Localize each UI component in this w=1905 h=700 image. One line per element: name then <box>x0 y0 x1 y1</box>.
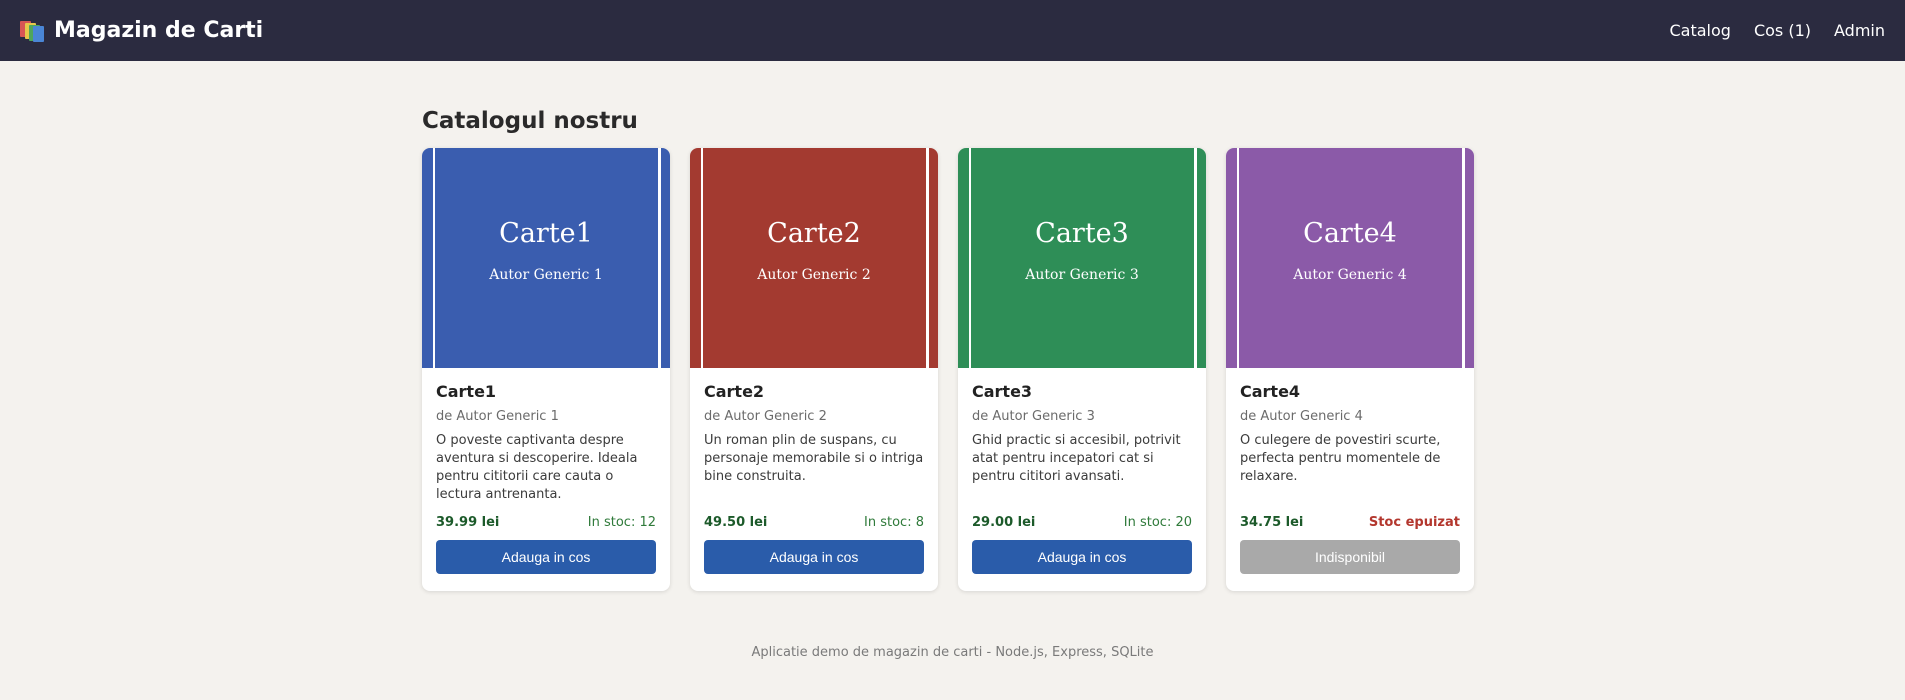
book-card: Carte3 Autor Generic 3 Carte3 de Autor G… <box>958 148 1206 591</box>
page-title: Catalogul nostru <box>422 108 638 134</box>
price-stock-row: 29.00 lei In stoc: 20 <box>972 515 1192 530</box>
add-to-cart-button[interactable]: Adauga in cos <box>704 540 924 574</box>
brand-name: Magazin de Carti <box>54 18 264 43</box>
book-card: Carte4 Autor Generic 4 Carte4 de Autor G… <box>1226 148 1474 591</box>
book-author: de Autor Generic 4 <box>1240 409 1363 424</box>
cover-spine-left <box>1237 148 1239 368</box>
book-price: 34.75 lei <box>1240 515 1304 530</box>
book-title[interactable]: Carte4 <box>1240 382 1460 401</box>
book-cover[interactable]: Carte1 Autor Generic 1 <box>422 148 670 368</box>
book-details: Carte4 de Autor Generic 4 O culegere de … <box>1226 368 1474 591</box>
cover-author: Autor Generic 4 <box>1293 266 1407 283</box>
brand[interactable]: Magazin de Carti <box>20 18 263 43</box>
book-cover[interactable]: Carte3 Autor Generic 3 <box>958 148 1206 368</box>
cover-spine-left <box>701 148 703 368</box>
unavailable-button: Indisponibil <box>1240 540 1460 574</box>
book-description: O poveste captivanta despre aventura si … <box>436 433 638 502</box>
book-grid: Carte1 Autor Generic 1 Carte1 de Autor G… <box>422 148 1474 591</box>
add-to-cart-button[interactable]: Adauga in cos <box>436 540 656 574</box>
book-title[interactable]: Carte2 <box>704 382 924 401</box>
add-to-cart-button[interactable]: Adauga in cos <box>972 540 1192 574</box>
top-navbar: Magazin de Carti Catalog Cos (1) Admin <box>0 0 1905 61</box>
cover-spine-right <box>1462 148 1465 368</box>
cover-spine-left <box>969 148 971 368</box>
price-stock-row: 49.50 lei In stoc: 8 <box>704 515 924 530</box>
cover-author: Autor Generic 3 <box>1025 266 1139 283</box>
book-author: de Autor Generic 1 <box>436 409 559 424</box>
book-title[interactable]: Carte3 <box>972 382 1192 401</box>
book-details: Carte2 de Autor Generic 2 Un roman plin … <box>690 368 938 591</box>
books-icon <box>20 20 44 42</box>
cover-author: Autor Generic 2 <box>757 266 871 283</box>
book-author: de Autor Generic 2 <box>704 409 827 424</box>
book-details: Carte1 de Autor Generic 1 O poveste capt… <box>422 368 670 591</box>
stock-status: In stoc: 8 <box>864 515 924 530</box>
cover-title: Carte4 <box>1303 217 1397 249</box>
footer-text: Aplicatie demo de magazin de carti - Nod… <box>751 645 1154 660</box>
price-stock-row: 39.99 lei In stoc: 12 <box>436 515 656 530</box>
cover-spine-left <box>433 148 435 368</box>
book-description: Ghid practic si accesibil, potrivit atat… <box>972 433 1181 484</box>
stock-status: In stoc: 20 <box>1123 515 1192 530</box>
cover-spine-right <box>926 148 929 368</box>
nav-admin-link[interactable]: Admin <box>1834 21 1885 40</box>
book-cover[interactable]: Carte4 Autor Generic 4 <box>1226 148 1474 368</box>
cover-spine-right <box>658 148 661 368</box>
stock-status: In stoc: 12 <box>587 515 656 530</box>
cover-title: Carte1 <box>499 217 593 249</box>
book-title[interactable]: Carte1 <box>436 382 656 401</box>
footer: Aplicatie demo de magazin de carti - Nod… <box>0 645 1905 660</box>
book-author: de Autor Generic 3 <box>972 409 1095 424</box>
cover-spine-right <box>1194 148 1197 368</box>
stock-status: Stoc epuizat <box>1368 515 1460 530</box>
cover-title: Carte3 <box>1035 217 1129 249</box>
nav-catalog-link[interactable]: Catalog <box>1670 21 1731 40</box>
book-description: O culegere de povestiri scurte, perfecta… <box>1240 433 1441 484</box>
cover-author: Autor Generic 1 <box>489 266 603 283</box>
nav-cart-link[interactable]: Cos (1) <box>1754 21 1811 40</box>
book-details: Carte3 de Autor Generic 3 Ghid practic s… <box>958 368 1206 591</box>
main-nav: Catalog Cos (1) Admin <box>1670 21 1886 40</box>
book-cover[interactable]: Carte2 Autor Generic 2 <box>690 148 938 368</box>
cover-title: Carte2 <box>767 217 861 249</box>
book-description: Un roman plin de suspans, cu personaje m… <box>704 433 924 484</box>
catalog-section: Catalogul nostru Carte1 Autor Generic 1 … <box>422 108 1474 591</box>
book-card: Carte1 Autor Generic 1 Carte1 de Autor G… <box>422 148 670 591</box>
book-price: 29.00 lei <box>972 515 1036 530</box>
book-price: 49.50 lei <box>704 515 768 530</box>
book-price: 39.99 lei <box>436 515 500 530</box>
price-stock-row: 34.75 lei Stoc epuizat <box>1240 515 1460 530</box>
book-card: Carte2 Autor Generic 2 Carte2 de Autor G… <box>690 148 938 591</box>
